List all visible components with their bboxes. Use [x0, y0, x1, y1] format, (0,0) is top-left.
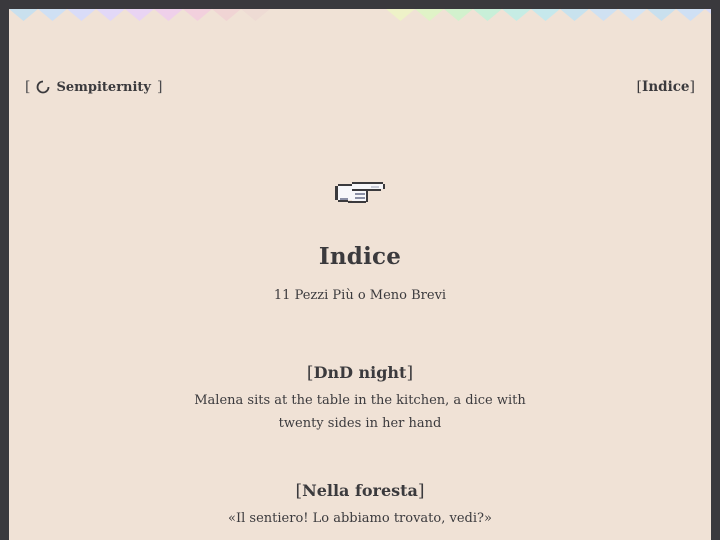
border-triangle: [125, 9, 154, 21]
border-triangle: [415, 9, 444, 21]
border-triangle: [502, 9, 531, 21]
border-triangle: [96, 9, 125, 21]
border-triangle: [618, 9, 647, 21]
loading-spinner-icon: [37, 80, 50, 94]
pointing-hand-icon: [335, 182, 385, 203]
rainbow-border-decoration: [9, 9, 711, 21]
hero-section: Indice 11 Pezzi Più o Meno Brevi: [9, 177, 711, 303]
nav-index-link[interactable]: [Indice]: [637, 79, 695, 95]
entry-dnd-night: [DnD night] Malena sits at the table in …: [9, 363, 711, 435]
entry-title-link[interactable]: [Nella foresta]: [9, 481, 711, 501]
border-triangle: [386, 9, 415, 21]
border-triangle: [67, 9, 96, 21]
entry-close-bracket: ]: [406, 363, 414, 383]
entry-open-bracket: [: [306, 363, 314, 383]
border-triangle: [212, 9, 241, 21]
border-triangle: [531, 9, 560, 21]
border-triangle: [270, 9, 299, 21]
border-triangle: [9, 9, 38, 21]
border-triangle: [154, 9, 183, 21]
border-triangle: [473, 9, 502, 21]
border-triangle: [38, 9, 67, 21]
brand-open-bracket: [: [25, 79, 31, 95]
entry-description: «Il sentiero! Lo abbiamo trovato, vedi?»: [228, 511, 492, 526]
entry-nella-foresta: [Nella foresta] «Il sentiero! Lo abbiamo…: [9, 481, 711, 530]
border-triangle: [357, 9, 386, 21]
entry-description: Malena sits at the table in the kitchen,…: [194, 393, 526, 431]
entry-close-bracket: ]: [417, 481, 425, 501]
border-triangle: [183, 9, 212, 21]
entry-title-link[interactable]: [DnD night]: [9, 363, 711, 383]
border-triangle: [444, 9, 473, 21]
nav-index-label: Indice: [642, 79, 690, 95]
site-header: [ Sempiternity ] [Indice]: [25, 79, 695, 95]
border-triangle: [560, 9, 589, 21]
nav-close-bracket: ]: [689, 79, 695, 95]
site-name: Sempiternity: [56, 79, 151, 95]
border-triangle: [299, 9, 328, 21]
entry-title-text: Nella foresta: [302, 481, 418, 500]
page-subtitle: 11 Pezzi Più o Meno Brevi: [273, 288, 447, 303]
page: [ Sempiternity ] [Indice] Indice 11 Pezz…: [9, 9, 711, 540]
border-triangle: [241, 9, 270, 21]
border-triangle: [328, 9, 357, 21]
border-triangle: [676, 9, 705, 21]
entry-title-text: DnD night: [313, 363, 407, 382]
border-triangle: [647, 9, 676, 21]
brand-close-bracket: ]: [157, 79, 163, 95]
border-triangle: [589, 9, 618, 21]
site-brand-link[interactable]: [ Sempiternity ]: [25, 79, 162, 95]
border-triangle: [705, 9, 711, 14]
page-title: Indice: [318, 243, 402, 270]
